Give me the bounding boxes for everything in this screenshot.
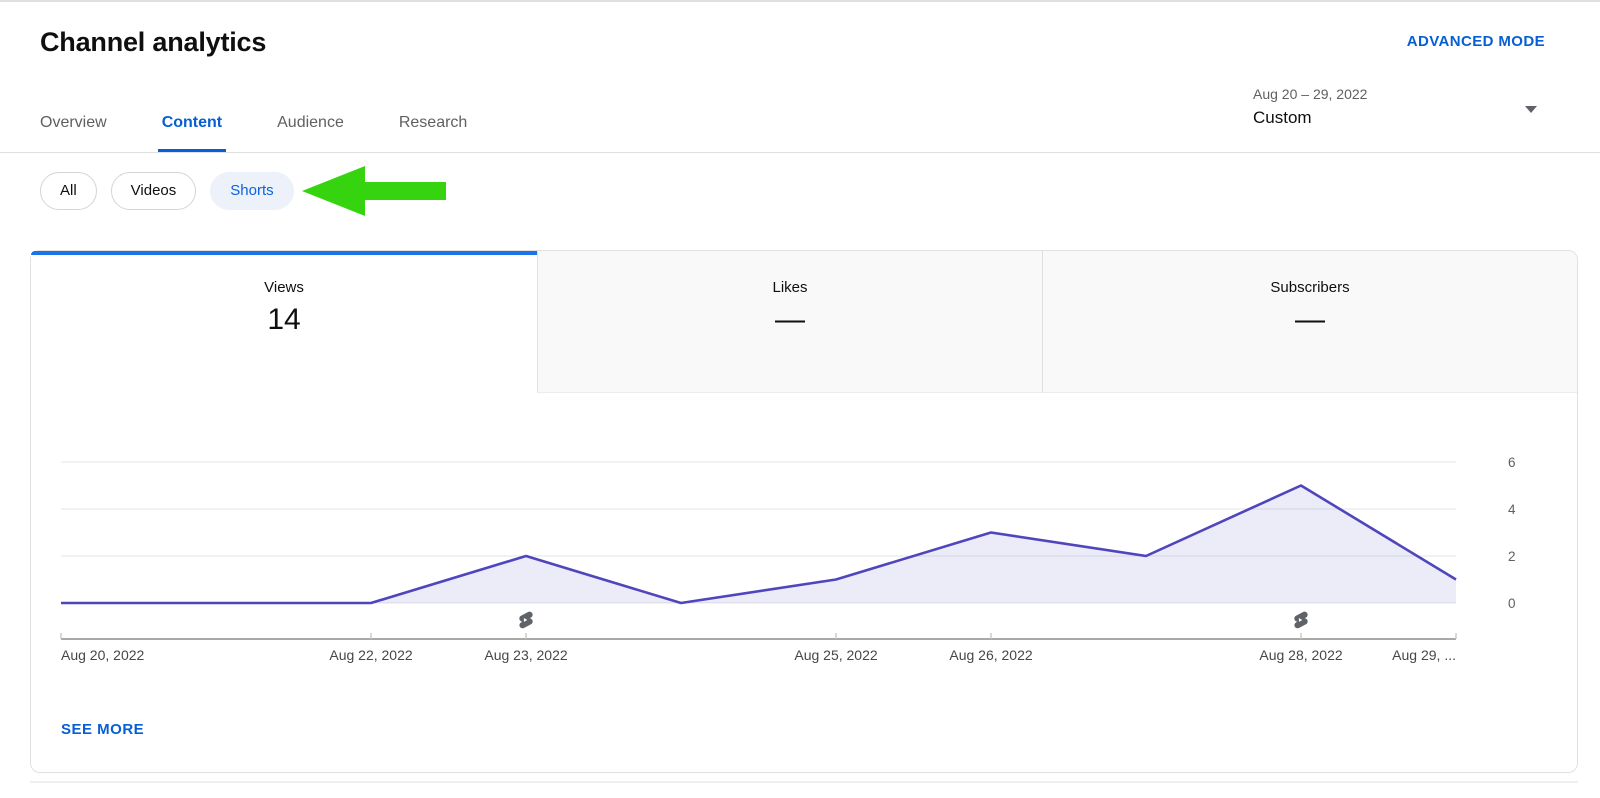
next-card-top-edge	[30, 781, 1578, 783]
advanced-mode-link[interactable]: ADVANCED MODE	[1407, 33, 1545, 50]
metric-tabs-row: Views 14 Likes — Subscribers —	[31, 251, 1577, 393]
window-top-edge	[0, 0, 1600, 2]
y-axis-tick-label: 2	[1508, 549, 1516, 564]
y-axis-tick-label: 0	[1508, 596, 1516, 611]
chip-all[interactable]: All	[40, 172, 97, 210]
x-axis-date-label: Aug 23, 2022	[484, 647, 568, 663]
date-range-preset: Custom	[1253, 108, 1312, 127]
date-range-selector[interactable]: Aug 20 – 29, 2022 Custom	[1240, 80, 1550, 140]
x-axis-date-label: Aug 26, 2022	[949, 647, 1033, 663]
x-axis-date-label: Aug 29, ...	[1392, 647, 1456, 663]
shorts-icon[interactable]	[1291, 610, 1311, 630]
metric-label: Likes	[772, 279, 808, 296]
tab-audience[interactable]: Audience	[277, 114, 344, 152]
y-axis-tick-label: 4	[1508, 502, 1516, 517]
x-axis-date-label: Aug 25, 2022	[794, 647, 878, 663]
chip-shorts[interactable]: Shorts	[210, 172, 294, 210]
x-axis-date-label: Aug 28, 2022	[1259, 647, 1343, 663]
views-area-chart: 0 2 4 6 Aug 20, 2022 Aug 22, 2022 Aug 23, 2022…	[31, 401, 1579, 701]
tab-content[interactable]: Content	[157, 114, 227, 152]
green-arrow-shape	[302, 166, 446, 216]
metric-value: —	[775, 303, 805, 336]
tab-research[interactable]: Research	[399, 114, 467, 152]
see-more-link[interactable]: SEE MORE	[61, 721, 144, 738]
shorts-icon[interactable]	[516, 610, 536, 630]
metric-label: Subscribers	[1270, 279, 1350, 296]
header-divider	[0, 152, 1600, 153]
y-axis-tick-label: 6	[1508, 455, 1516, 470]
x-axis-date-label: Aug 22, 2022	[329, 647, 413, 663]
chip-videos[interactable]: Videos	[110, 172, 197, 210]
active-metric-indicator	[31, 251, 537, 255]
content-filter-chips: All Videos Shorts	[40, 172, 294, 210]
metric-label: Views	[264, 279, 304, 296]
analytics-nav-tabs: Overview Content Audience Research	[40, 114, 522, 152]
green-arrow-annotation	[302, 166, 446, 216]
caret-down-icon	[1525, 106, 1537, 113]
chart-canvas: 0 2 4 6	[60, 455, 1516, 640]
analytics-card: Views 14 Likes — Subscribers — 0 2 4 6 Aug 2…	[30, 250, 1578, 773]
page-title: Channel analytics	[40, 27, 267, 57]
series-area-fill	[61, 485, 1456, 603]
metric-tab-subscribers[interactable]: Subscribers —	[1042, 251, 1577, 393]
metric-tab-likes[interactable]: Likes —	[537, 251, 1042, 393]
metric-tab-views[interactable]: Views 14	[31, 251, 537, 393]
metric-value: —	[1295, 303, 1325, 336]
date-range-text: Aug 20 – 29, 2022	[1253, 86, 1368, 102]
metric-value: 14	[267, 303, 301, 336]
x-axis-date-label: Aug 20, 2022	[61, 647, 145, 663]
tab-overview[interactable]: Overview	[40, 114, 107, 152]
